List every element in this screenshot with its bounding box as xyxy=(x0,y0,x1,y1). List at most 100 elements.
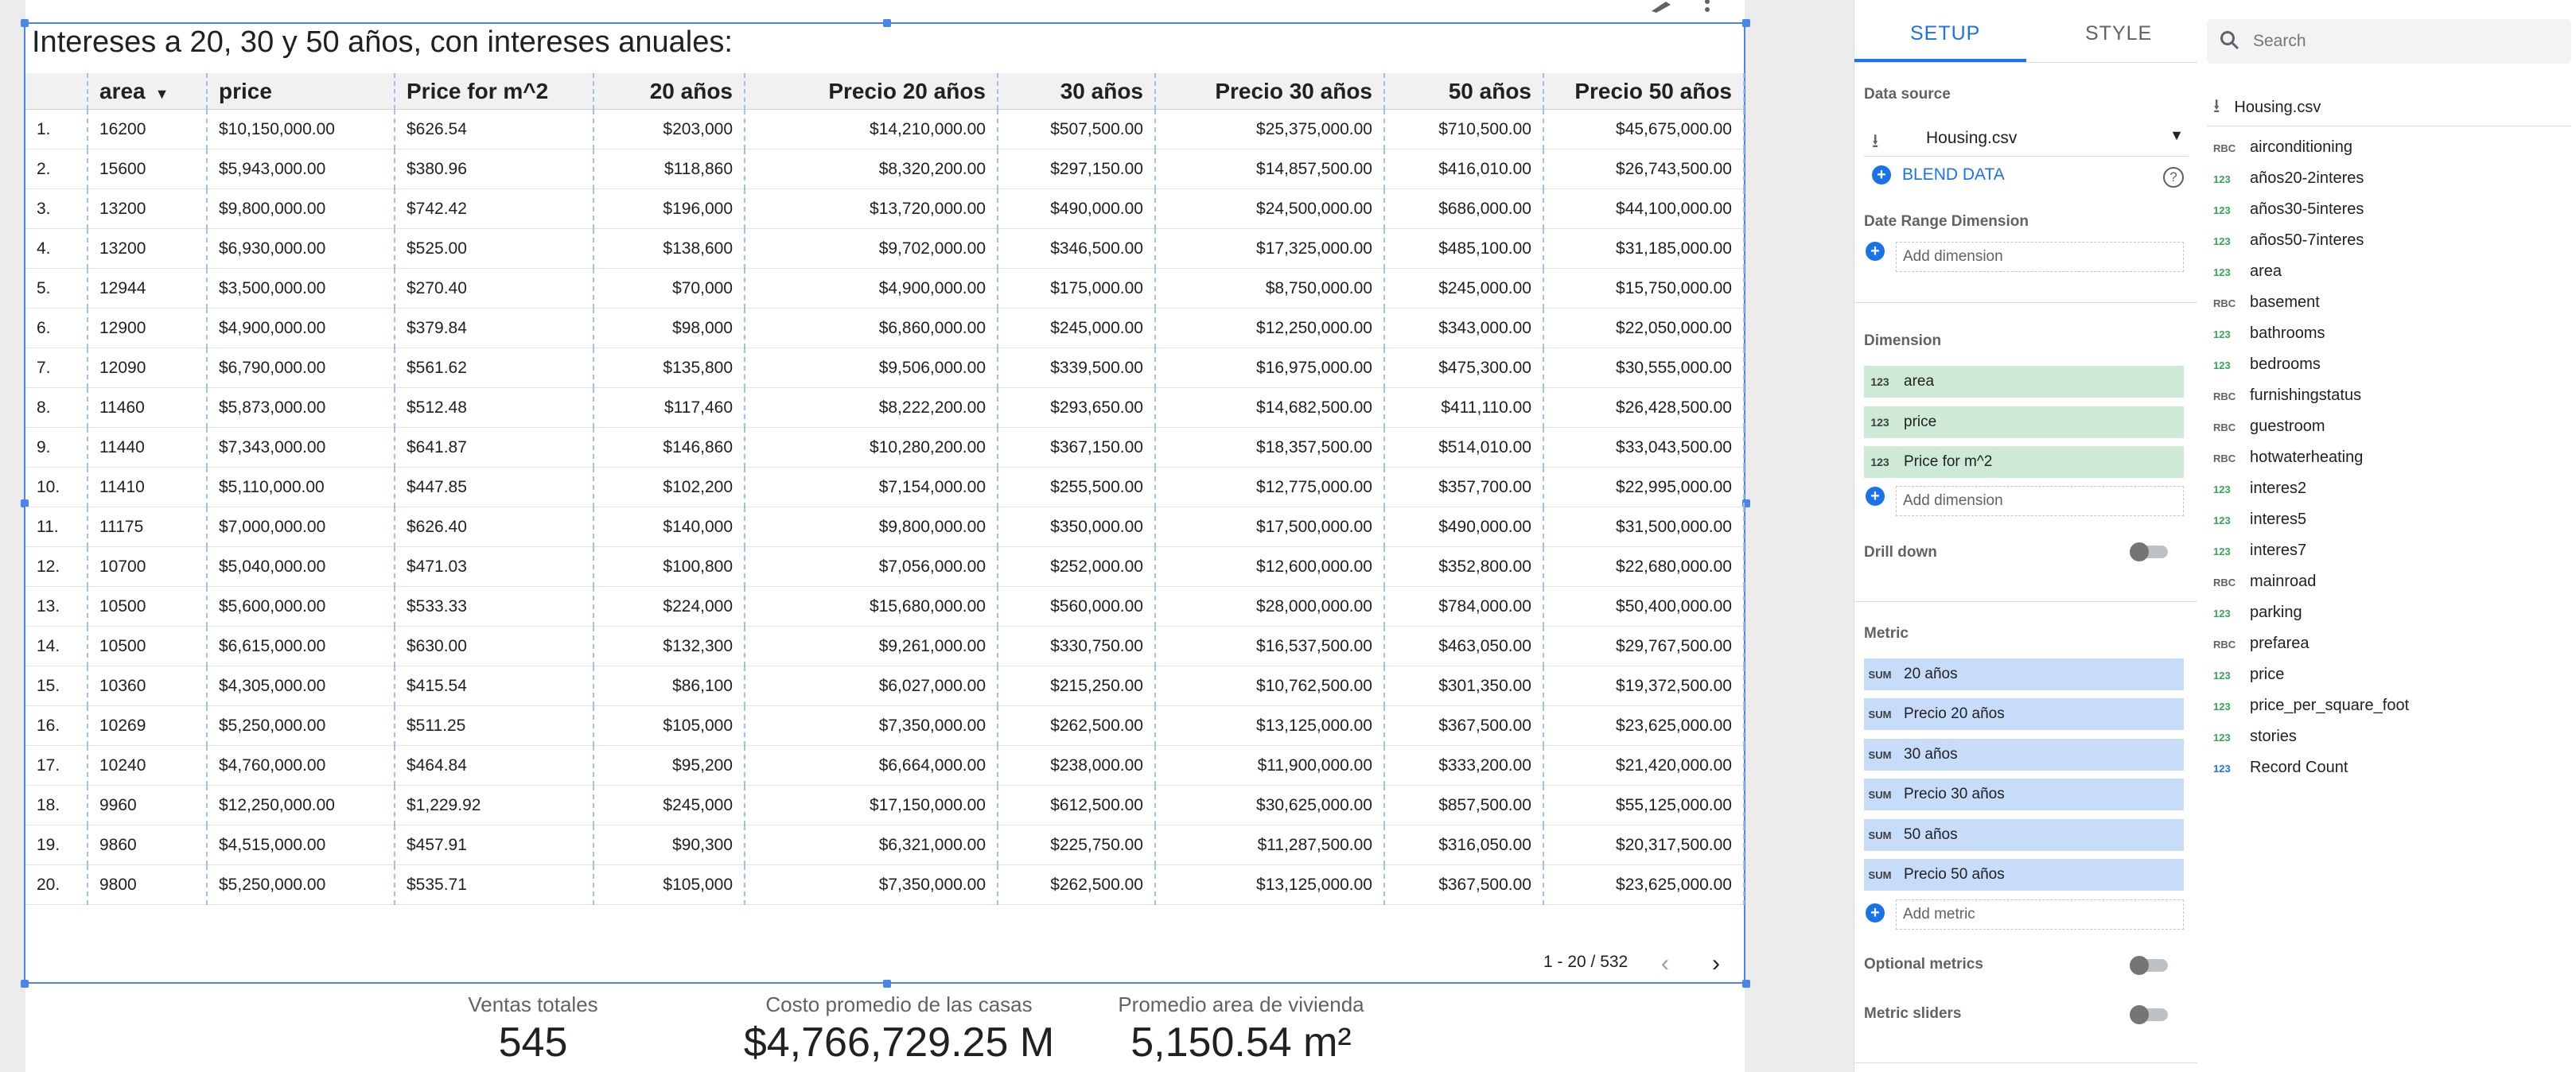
dimension-chip-area[interactable]: 123 area xyxy=(1864,366,2184,398)
add-icon[interactable]: + xyxy=(1866,487,1896,506)
metric-sliders-toggle[interactable] xyxy=(2130,1005,2168,1024)
dimension-chip-price[interactable]: 123 price xyxy=(1864,406,2184,438)
chevron-right-icon[interactable]: › xyxy=(1712,950,1720,977)
tab-setup[interactable]: SETUP xyxy=(1910,22,1980,45)
table-row[interactable]: 3. 13200 $9,800,000.00 $742.42 $196,000 $13,7… xyxy=(25,188,1745,229)
column-header-20-anos[interactable]: 20 años xyxy=(593,73,745,110)
table-row[interactable]: 12. 10700 $5,040,000.00 $471.03 $100,800 $7,0… xyxy=(25,546,1745,587)
tab-style[interactable]: STYLE xyxy=(2085,22,2152,45)
field-item[interactable]: 123 stories xyxy=(2213,728,2297,746)
table-row[interactable]: 10. 11410 $5,110,000.00 $447.85 $102,200 $7,1… xyxy=(25,467,1745,507)
field-item[interactable]: 123 Record Count xyxy=(2213,759,2348,777)
field-item[interactable]: RBC basement xyxy=(2213,293,2320,312)
field-item[interactable]: RBC mainroad xyxy=(2213,573,2316,591)
table-row[interactable]: 5. 12944 $3,500,000.00 $270.40 $70,000 $4,900… xyxy=(25,268,1745,309)
scorecard-promedio-area[interactable]: Promedio area de vivienda 5,150.54 m² xyxy=(1098,992,1384,1066)
table-row[interactable]: 16. 10269 $5,250,000.00 $511.25 $105,000 $7,3… xyxy=(25,705,1745,746)
table-row[interactable]: 19. 9860 $4,515,000.00 $457.91 $90,300 $6,321… xyxy=(25,825,1745,865)
resize-handle-bottom-right[interactable] xyxy=(1742,980,1750,988)
table-row[interactable]: 11. 11175 $7,000,000.00 $626.40 $140,000 $9,8… xyxy=(25,507,1745,547)
table-cell: $102,200 xyxy=(593,467,745,507)
data-source-select[interactable]: ⭳ Housing.csv ▼ xyxy=(1864,118,2189,157)
table-row[interactable]: 7. 12090 $6,790,000.00 $561.62 $135,800 $9,50… xyxy=(25,348,1745,388)
table-cell: $16,537,500.00 xyxy=(1155,626,1385,666)
resize-handle-bottom[interactable] xyxy=(883,980,891,988)
field-item[interactable]: RBC guestroom xyxy=(2213,418,2325,436)
table-cell: $224,000 xyxy=(593,586,745,627)
field-item[interactable]: RBC airconditioning xyxy=(2213,138,2352,157)
help-icon[interactable]: ? xyxy=(2163,167,2184,188)
table-row[interactable]: 15. 10360 $4,305,000.00 $415.54 $86,100 $6,02… xyxy=(25,666,1745,706)
chevron-left-icon[interactable]: ‹ xyxy=(1661,950,1669,977)
resize-handle-top[interactable] xyxy=(883,19,891,27)
optional-metrics-toggle[interactable] xyxy=(2130,956,2168,975)
add-metric-field[interactable]: Add metric xyxy=(1896,899,2184,930)
field-item[interactable]: 123 interes2 xyxy=(2213,480,2306,498)
column-header-price-per-m2[interactable]: Price for m^2 xyxy=(395,73,594,110)
sum-aggregation-badge[interactable]: SUM xyxy=(1864,860,1896,891)
column-header-price[interactable]: price xyxy=(207,73,395,110)
field-item[interactable]: 123 bedrooms xyxy=(2213,355,2321,374)
metric-chip-precio-50-anos[interactable]: SUM Precio 50 años xyxy=(1864,859,2184,891)
scorecard-ventas-totales[interactable]: Ventas totales 545 xyxy=(446,992,621,1066)
table-row[interactable]: 20. 9800 $5,250,000.00 $535.71 $105,000 $7,35… xyxy=(25,864,1745,905)
search-input[interactable] xyxy=(2251,27,2557,56)
field-search[interactable] xyxy=(2207,19,2571,64)
column-header-precio-30-anos[interactable]: Precio 30 años xyxy=(1155,73,1385,110)
field-item[interactable]: 123 años50-7interes xyxy=(2213,231,2364,250)
sum-aggregation-badge[interactable]: SUM xyxy=(1864,820,1896,852)
metric-chip-30-anos[interactable]: SUM 30 años xyxy=(1864,739,2184,771)
column-header-50-anos[interactable]: 50 años xyxy=(1384,73,1544,110)
table-row[interactable]: 6. 12900 $4,900,000.00 $379.84 $98,000 $6,860… xyxy=(25,308,1745,348)
column-header-30-anos[interactable]: 30 años xyxy=(998,73,1156,110)
scorecard-costo-promedio[interactable]: Costo promedio de las casas $4,766,729.2… xyxy=(732,992,1066,1066)
sort-descending-icon[interactable]: ▼ xyxy=(155,86,169,102)
table-row[interactable]: 14. 10500 $6,615,000.00 $630.00 $132,300 $9,2… xyxy=(25,626,1745,666)
resize-handle-top-right[interactable] xyxy=(1742,19,1750,27)
metric-chip-precio-20-anos[interactable]: SUM Precio 20 años xyxy=(1864,698,2184,730)
blend-data-button[interactable]: + BLEND DATA xyxy=(1872,165,2005,185)
table-row[interactable]: 1. 16200 $10,150,000.00 $626.54 $203,000 $14,… xyxy=(25,109,1745,150)
row-index: 13. xyxy=(25,586,88,627)
field-item[interactable]: 123 bathrooms xyxy=(2213,324,2325,343)
pencil-icon[interactable] xyxy=(1650,0,1674,13)
table-row[interactable]: 17. 10240 $4,760,000.00 $464.84 $95,200 $6,66… xyxy=(25,745,1745,786)
sum-aggregation-badge[interactable]: SUM xyxy=(1864,699,1896,731)
field-item[interactable]: 123 años20-2interes xyxy=(2213,169,2364,188)
field-item[interactable]: RBC hotwaterheating xyxy=(2213,449,2363,467)
table-row[interactable]: 4. 13200 $6,930,000.00 $525.00 $138,600 $9,70… xyxy=(25,228,1745,269)
dimension-chip-price-per-m2[interactable]: 123 Price for m^2 xyxy=(1864,446,2184,478)
metric-chip-50-anos[interactable]: SUM 50 años xyxy=(1864,819,2184,851)
field-item[interactable]: 123 area xyxy=(2213,262,2282,281)
field-item[interactable]: RBC prefarea xyxy=(2213,635,2309,653)
metric-chip-20-anos[interactable]: SUM 20 años xyxy=(1864,658,2184,690)
more-vert-icon[interactable] xyxy=(1702,0,1712,14)
field-item[interactable]: 123 interes7 xyxy=(2213,542,2306,560)
table-cell: 10500 xyxy=(88,586,208,627)
add-icon[interactable]: + xyxy=(1866,242,1896,261)
field-item[interactable]: 123 price_per_square_foot xyxy=(2213,697,2409,715)
resize-handle-top-left[interactable] xyxy=(21,19,29,27)
resize-handle-bottom-left[interactable] xyxy=(21,980,29,988)
table-row[interactable]: 18. 9960 $12,250,000.00 $1,229.92 $245,000 $1… xyxy=(25,785,1745,825)
add-dimension-field[interactable]: Add dimension xyxy=(1896,486,2184,516)
table-row[interactable]: 9. 11440 $7,343,000.00 $641.87 $146,860 $10,2… xyxy=(25,427,1745,468)
field-item[interactable]: 123 años30-5interes xyxy=(2213,200,2364,219)
add-icon[interactable]: + xyxy=(1866,903,1896,922)
field-item[interactable]: 123 interes5 xyxy=(2213,511,2306,529)
sum-aggregation-badge[interactable]: SUM xyxy=(1864,659,1896,691)
sum-aggregation-badge[interactable]: SUM xyxy=(1864,740,1896,771)
drill-down-toggle[interactable] xyxy=(2130,542,2168,561)
table-row[interactable]: 2. 15600 $5,943,000.00 $380.96 $118,860 $8,32… xyxy=(25,149,1745,189)
table-row[interactable]: 13. 10500 $5,600,000.00 $533.33 $224,000 $15,… xyxy=(25,586,1745,627)
column-header-precio-50-anos[interactable]: Precio 50 años xyxy=(1543,73,1745,110)
metric-chip-precio-30-anos[interactable]: SUM Precio 30 años xyxy=(1864,779,2184,810)
field-item[interactable]: 123 parking xyxy=(2213,604,2302,622)
field-item[interactable]: 123 price xyxy=(2213,666,2284,684)
column-header-precio-20-anos[interactable]: Precio 20 años xyxy=(745,73,998,110)
field-item[interactable]: RBC furnishingstatus xyxy=(2213,386,2361,405)
table-row[interactable]: 8. 11460 $5,873,000.00 $512.48 $117,460 $8,22… xyxy=(25,387,1745,428)
column-header-area[interactable]: area ▼ xyxy=(88,73,208,110)
add-date-dimension-field[interactable]: Add dimension xyxy=(1896,242,2184,272)
sum-aggregation-badge[interactable]: SUM xyxy=(1864,779,1896,811)
